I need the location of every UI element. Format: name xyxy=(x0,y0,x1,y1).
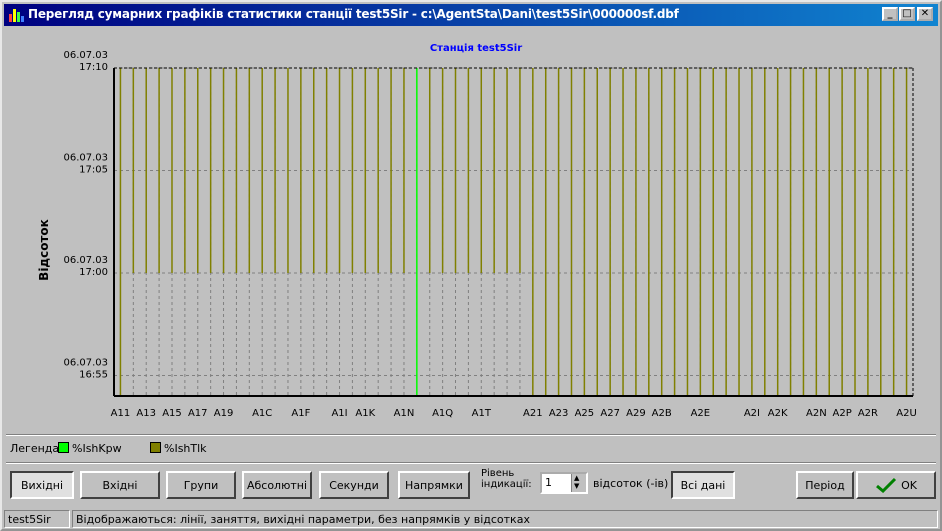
x-tick-label: A2I xyxy=(744,408,760,419)
x-tick-label: A2E xyxy=(691,408,711,419)
y-tick-time: 17:10 xyxy=(79,62,108,73)
legend-swatch-ishkpw xyxy=(58,442,69,453)
x-tick-label: A2N xyxy=(806,408,827,419)
ok-button[interactable]: OK xyxy=(856,471,936,499)
y-tick-time: 17:00 xyxy=(79,267,108,278)
minimize-icon[interactable]: _ xyxy=(882,7,898,21)
x-tick-label: A2B xyxy=(652,408,672,419)
directions-button[interactable]: Напрямки xyxy=(398,471,470,499)
y-axis-label: Відсоток xyxy=(37,219,51,281)
x-tick-label: A19 xyxy=(214,408,234,419)
y-tick-date: 06.07.03 xyxy=(63,50,108,61)
chart-panel: Станція test5Sir Відсоток 06.07.03 16:55 0… xyxy=(6,28,936,432)
percent-label: відсоток (-ів) xyxy=(593,477,669,490)
close-icon[interactable]: ✕ xyxy=(917,7,933,21)
window-title: Перегляд сумарних графіків статистики ст… xyxy=(28,7,679,21)
all-data-button[interactable]: Всі дані xyxy=(671,471,735,499)
x-tick-label: A23 xyxy=(549,408,569,419)
legend-label: Легенда: xyxy=(10,442,63,455)
x-tick-label: A1K xyxy=(355,408,375,419)
period-button[interactable]: Період xyxy=(796,471,854,499)
legend-item-ishkpw: %IshKpw xyxy=(72,442,122,455)
title-bar[interactable]: Перегляд сумарних графіків статистики ст… xyxy=(4,4,938,26)
x-tick-label: A27 xyxy=(600,408,620,419)
x-tick-label: A11 xyxy=(111,408,131,419)
x-tick-label: A15 xyxy=(162,408,182,419)
outgoing-button[interactable]: Вихідні xyxy=(10,471,74,499)
grid-layer xyxy=(114,67,913,396)
legend-bar: Легенда: %IshKpw %IshTlk xyxy=(6,434,936,459)
indication-level-label-line1: Рівень xyxy=(481,468,515,479)
x-tick-label: A1Q xyxy=(432,408,453,419)
y-tick-date: 06.07.03 xyxy=(63,153,108,164)
spinner-arrows[interactable]: ▲ ▼ xyxy=(571,474,586,492)
x-tick-label: A17 xyxy=(188,408,208,419)
y-tick-time: 17:05 xyxy=(79,165,108,176)
y-tick-time: 16:55 xyxy=(79,370,108,381)
bar-layer xyxy=(119,68,908,396)
seconds-button[interactable]: Секунди xyxy=(319,471,389,499)
y-tick-date: 06.07.03 xyxy=(63,358,108,369)
ok-label: OK xyxy=(901,478,917,492)
x-tick-label: A1F xyxy=(291,408,310,419)
indication-level-spinner[interactable]: 1 ▲ ▼ xyxy=(540,472,588,494)
spin-down-icon[interactable]: ▼ xyxy=(574,483,579,490)
x-tick-label: A2U xyxy=(896,408,917,419)
main-window: Перегляд сумарних графіків статистики ст… xyxy=(0,0,942,531)
indication-level-value[interactable]: 1 xyxy=(545,476,552,489)
x-tick-label: A13 xyxy=(136,408,156,419)
status-bar: test5Sir Відображаються: лінії, заняття,… xyxy=(4,509,938,529)
x-tick-label: A2R xyxy=(858,408,878,419)
legend-item-ishtlk: %IshTlk xyxy=(164,442,207,455)
status-station: test5Sir xyxy=(4,510,70,528)
spin-up-icon[interactable]: ▲ xyxy=(574,475,579,482)
x-tick-label: A1T xyxy=(472,408,492,419)
toolbar: Вихідні Вхідні Групи Абсолютні Секунди Н… xyxy=(6,462,936,507)
y-tick-date: 06.07.03 xyxy=(63,255,108,266)
maximize-icon[interactable]: □ xyxy=(899,7,915,21)
x-tick-label: A25 xyxy=(575,408,595,419)
x-tick-label: A1N xyxy=(394,408,415,419)
x-tick-label: A2P xyxy=(833,408,852,419)
status-message: Відображаються: лінії, заняття, вихідні … xyxy=(72,510,938,528)
x-tick-label: A1C xyxy=(252,408,272,419)
chart-svg: Станція test5Sir Відсоток 06.07.0316:550… xyxy=(37,43,917,419)
x-tick-label: A21 xyxy=(523,408,543,419)
checkmark-icon xyxy=(876,477,897,493)
incoming-button[interactable]: Вхідні xyxy=(80,471,160,499)
axis-layer xyxy=(113,67,914,397)
x-tick-label: A2K xyxy=(768,408,788,419)
label-layer: 06.07.0316:5506.07.0317:0006.07.0317:050… xyxy=(63,50,916,419)
x-tick-label: A1I xyxy=(331,408,347,419)
x-tick-label: A29 xyxy=(626,408,646,419)
groups-button[interactable]: Групи xyxy=(166,471,236,499)
indication-level-label: Рівень індикації: xyxy=(481,468,532,490)
absolute-button[interactable]: Абсолютні xyxy=(242,471,312,499)
bar-chart-app-icon xyxy=(8,7,24,23)
indication-level-label-line2: індикації: xyxy=(481,479,532,490)
chart-title: Станція test5Sir xyxy=(430,43,522,54)
legend-swatch-ishtlk xyxy=(150,442,161,453)
